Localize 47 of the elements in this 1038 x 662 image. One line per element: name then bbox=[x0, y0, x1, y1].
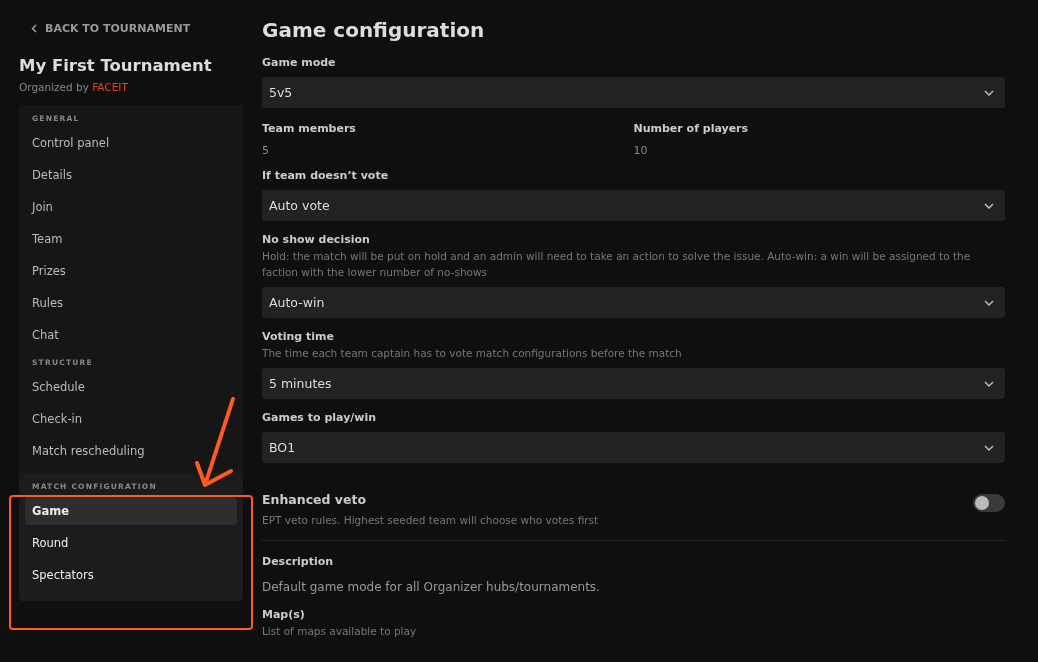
select-field[interactable]: 5v5 bbox=[262, 77, 1005, 108]
sidebar-item[interactable]: Team bbox=[25, 225, 237, 253]
sidebar-item[interactable]: Rules bbox=[25, 289, 237, 317]
sidebar-item[interactable]: Join bbox=[25, 193, 237, 221]
select-field[interactable]: BO1 bbox=[262, 432, 1005, 463]
field-label: If team doesn’t vote bbox=[262, 169, 389, 183]
field-label: Number of players bbox=[633, 122, 749, 136]
organizer-line: Organized by FACEIT bbox=[19, 81, 128, 93]
toggle-switch[interactable] bbox=[973, 494, 1005, 512]
field-hint: The time each team captain has to vote match configurations before the match bbox=[262, 346, 683, 361]
page-title: Game configuration bbox=[262, 17, 485, 44]
sidebar-item[interactable]: Match rescheduling bbox=[25, 437, 237, 465]
sidebar-item[interactable]: Chat bbox=[25, 321, 237, 349]
field-label: Description bbox=[262, 555, 334, 569]
sidebar-item[interactable]: Game bbox=[25, 497, 237, 525]
field-label: Voting time bbox=[262, 330, 334, 344]
field-label: No show decision bbox=[262, 233, 370, 247]
field-label: Enhanced veto bbox=[262, 493, 367, 507]
sidebar-item[interactable]: Round bbox=[25, 529, 237, 557]
chevron-down-icon bbox=[984, 89, 994, 96]
back-link[interactable]: BACK TO TOURNAMENT bbox=[31, 22, 191, 35]
organizer-link[interactable]: FACEIT bbox=[92, 81, 128, 93]
field-label: Game mode bbox=[262, 56, 336, 70]
sidebar-item[interactable]: Spectators bbox=[25, 561, 237, 589]
sidebar-item[interactable]: Schedule bbox=[25, 373, 237, 401]
field-hint: List of maps available to play bbox=[262, 624, 418, 639]
sidebar-item[interactable]: Prizes bbox=[25, 257, 237, 285]
chevron-down-icon bbox=[984, 380, 994, 387]
chevron-down-icon bbox=[984, 444, 994, 451]
field-hint: EPT veto rules. Highest seeded team will choose who votes first bbox=[262, 513, 599, 528]
field-value: Default game mode for all Organizer hubs/tournaments. bbox=[262, 580, 600, 594]
sidebar-item[interactable]: Control panel bbox=[25, 129, 237, 157]
field-hint: Hold: the match will be put on hold and an admin will need to take an action to solve the issue. Auto-win: a win will be assigned to the faction with the lower number of no-shows bbox=[262, 249, 972, 280]
field-label: Map(s) bbox=[262, 608, 305, 622]
tournament-name: My First Tournament bbox=[19, 56, 212, 75]
sidebar-item[interactable]: Check-in bbox=[25, 405, 237, 433]
chevron-down-icon bbox=[984, 299, 994, 306]
field-value: 10 bbox=[633, 144, 648, 157]
chevron-down-icon bbox=[984, 202, 994, 209]
field-value: 5 bbox=[262, 144, 269, 157]
select-field[interactable]: Auto-win bbox=[262, 287, 1005, 318]
sidebar-item[interactable]: Details bbox=[25, 161, 237, 189]
field-label: Team members bbox=[262, 122, 356, 136]
field-label: Games to play/win bbox=[262, 411, 377, 425]
select-field[interactable]: Auto vote bbox=[262, 190, 1005, 221]
chevron-left-icon bbox=[31, 24, 37, 33]
select-field[interactable]: 5 minutes bbox=[262, 368, 1005, 399]
